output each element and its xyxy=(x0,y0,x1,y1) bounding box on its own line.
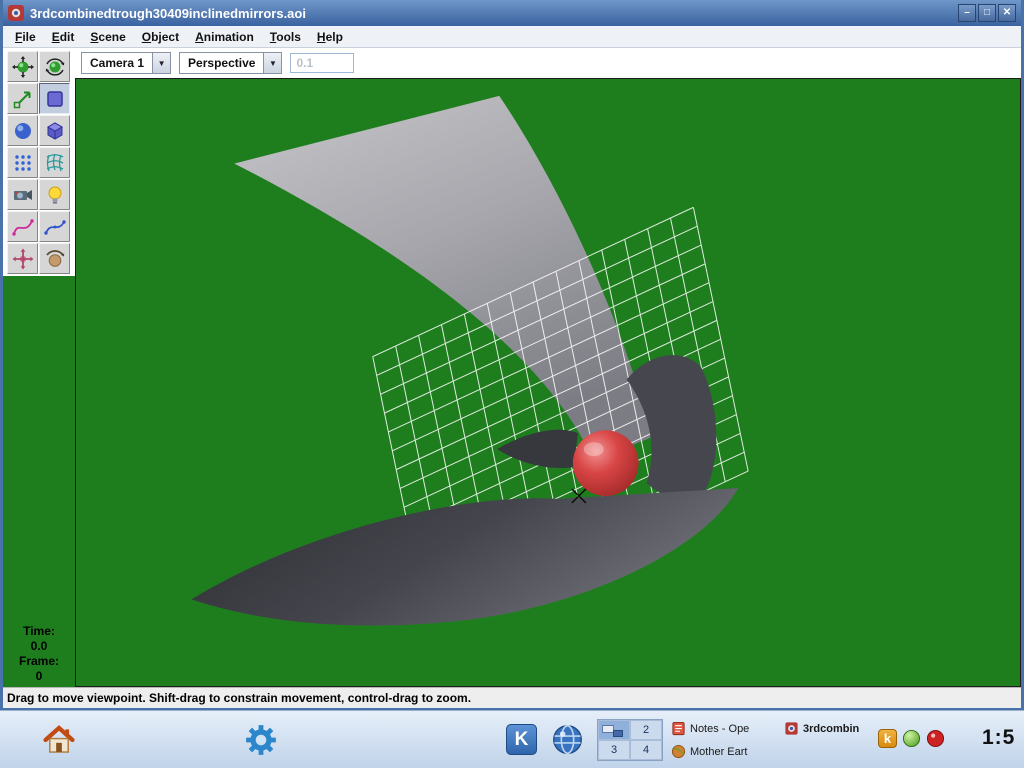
menu-scene[interactable]: Scene xyxy=(82,28,133,46)
screen: 3rdcombinedtrough30409inclinedmirrors.ao… xyxy=(0,0,1024,768)
app-window: 3rdcombinedtrough30409inclinedmirrors.ao… xyxy=(0,0,1024,710)
move-object-icon xyxy=(11,55,34,78)
menu-object[interactable]: Object xyxy=(134,28,187,46)
create-cube-icon xyxy=(46,90,63,107)
move-object-tool[interactable] xyxy=(7,51,38,82)
gear-icon[interactable] xyxy=(244,723,278,757)
chevron-down-icon: ▼ xyxy=(157,58,166,68)
red-sphere-object[interactable] xyxy=(572,430,639,496)
k-app-icon[interactable]: k xyxy=(878,729,897,748)
desktop-pager: 2 3 4 xyxy=(597,719,663,761)
statusbar: Drag to move viewpoint. Shift-drag to co… xyxy=(3,687,1021,708)
pager-desktop-4[interactable]: 4 xyxy=(630,740,662,760)
window-thumbnail xyxy=(613,730,623,737)
close-button[interactable]: ✕ xyxy=(998,4,1016,22)
task-label: 3rdcombin xyxy=(803,722,860,735)
rotate-viewpoint-tool[interactable] xyxy=(39,243,70,274)
viewport-column: Camera 1 ▼ Perspective ▼ xyxy=(75,48,1021,687)
menu-file[interactable]: File xyxy=(7,28,44,46)
titlebar[interactable]: 3rdcombinedtrough30409inclinedmirrors.ao… xyxy=(3,0,1021,26)
pager-desktop-1[interactable] xyxy=(598,720,630,740)
menubar: File Edit Scene Object Animation Tools H… xyxy=(3,26,1021,48)
create-polymesh-icon xyxy=(46,153,63,171)
menu-tools[interactable]: Tools xyxy=(262,28,309,46)
timeline-panel: Time: 0.0 Frame: 0 xyxy=(3,276,75,687)
menu-edit[interactable]: Edit xyxy=(44,28,83,46)
aoi-task-icon xyxy=(785,722,798,735)
task-label: Notes - Ope xyxy=(690,722,750,735)
create-light-tool[interactable] xyxy=(39,179,70,210)
create-cylinder-tool[interactable] xyxy=(39,115,70,146)
tool-palette xyxy=(3,48,75,276)
system-tray: k xyxy=(878,729,945,748)
red-status-icon[interactable] xyxy=(926,729,945,748)
planet-icon xyxy=(671,744,686,759)
green-status-icon[interactable] xyxy=(902,729,921,748)
chevron-down-icon: ▼ xyxy=(268,58,277,68)
create-curve-tool[interactable] xyxy=(7,211,38,242)
task-label: Mother Eart xyxy=(690,745,748,758)
rotate-object-icon xyxy=(45,57,64,76)
create-cylinder-icon xyxy=(46,121,63,140)
menu-animation[interactable]: Animation xyxy=(187,28,262,46)
viewport-header: Camera 1 ▼ Perspective ▼ xyxy=(75,48,1021,78)
task-list: Notes - Ope 3rdcombin Mother Eart xyxy=(668,717,894,764)
camera-select[interactable]: Camera 1 ▼ xyxy=(81,52,172,74)
create-spline-mesh-icon xyxy=(14,154,31,171)
resize-object-tool[interactable] xyxy=(7,83,38,114)
window-icon[interactable] xyxy=(8,5,24,21)
time-value: 0.0 xyxy=(30,639,48,653)
viewport-3d[interactable] xyxy=(75,78,1021,687)
create-sphere-icon xyxy=(14,122,31,139)
camera-select-button[interactable]: ▼ xyxy=(152,53,171,73)
create-camera-icon xyxy=(13,189,32,200)
task-notes[interactable]: Notes - Ope xyxy=(668,718,781,740)
move-viewpoint-tool[interactable] xyxy=(7,243,38,274)
k-menu-button[interactable]: K xyxy=(506,724,537,755)
view-scale-input[interactable] xyxy=(290,53,355,73)
time-label: Time: xyxy=(23,624,55,638)
minimize-button[interactable]: – xyxy=(958,4,976,22)
menu-help[interactable]: Help xyxy=(309,28,351,46)
create-curve-icon xyxy=(11,218,34,236)
view-mode-value: Perspective xyxy=(188,56,256,70)
window-title: 3rdcombinedtrough30409inclinedmirrors.ao… xyxy=(30,5,306,21)
move-viewpoint-icon xyxy=(12,248,33,269)
globe-icon[interactable] xyxy=(551,723,584,756)
sphere-highlight xyxy=(583,442,604,457)
scene-canvas xyxy=(76,79,1020,686)
create-sphere-tool[interactable] xyxy=(7,115,38,146)
create-spline-mesh-tool[interactable] xyxy=(7,147,38,178)
rotate-object-tool[interactable] xyxy=(39,51,70,82)
taskbar: K 2 3 4 Notes - Ope 3rdcombin Mother Ear… xyxy=(0,710,1024,768)
clock[interactable]: 1:5 xyxy=(982,726,1024,750)
notes-icon xyxy=(672,721,685,736)
task-mother-earth[interactable]: Mother Eart xyxy=(668,741,781,763)
camera-select-value: Camera 1 xyxy=(90,56,145,70)
create-polymesh-tool[interactable] xyxy=(39,147,70,178)
home-icon[interactable] xyxy=(42,723,76,757)
status-message: Drag to move viewpoint. Shift-drag to co… xyxy=(7,691,472,705)
view-mode-select[interactable]: Perspective ▼ xyxy=(179,52,283,74)
maximize-button[interactable]: □ xyxy=(978,4,996,22)
main-content: Time: 0.0 Frame: 0 Camera 1 ▼ Perspectiv… xyxy=(3,48,1021,687)
left-column: Time: 0.0 Frame: 0 xyxy=(3,48,75,687)
view-mode-select-button[interactable]: ▼ xyxy=(263,53,282,73)
create-camera-tool[interactable] xyxy=(7,179,38,210)
create-light-icon xyxy=(48,186,61,204)
resize-object-icon xyxy=(13,91,30,108)
frame-label: Frame: xyxy=(18,654,59,668)
create-polygon-icon xyxy=(43,219,66,235)
create-polygon-tool[interactable] xyxy=(39,211,70,242)
frame-value: 0 xyxy=(35,669,43,683)
pager-desktop-2[interactable]: 2 xyxy=(630,720,662,740)
create-cube-tool[interactable] xyxy=(39,83,70,114)
pager-desktop-3[interactable]: 3 xyxy=(598,740,630,760)
rotate-viewpoint-icon xyxy=(45,249,64,267)
